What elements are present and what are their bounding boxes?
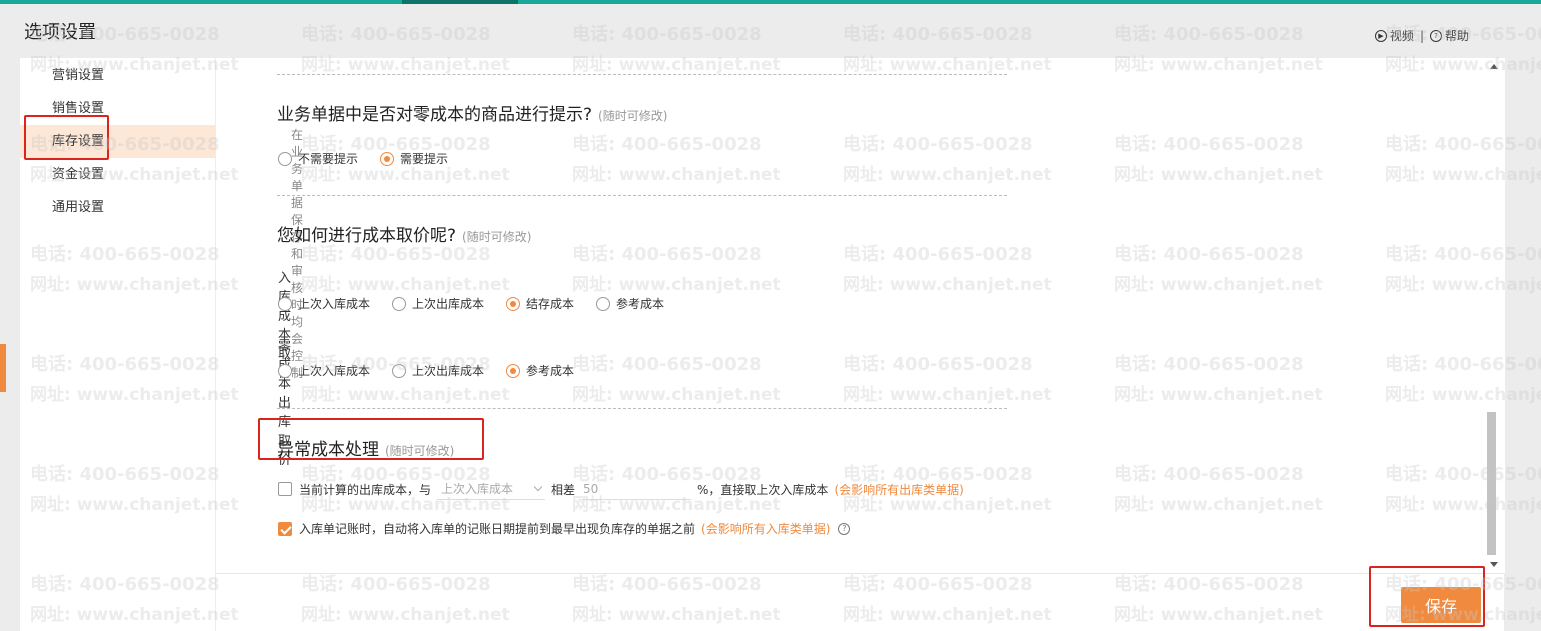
rule1-checkbox[interactable] bbox=[278, 482, 292, 496]
sidebar-item-sales[interactable]: 销售设置 bbox=[20, 92, 216, 125]
rule2-text: 入库单记账时，自动将入库单的记账日期提前到最早出现负库存的单据之前 bbox=[299, 522, 696, 536]
radio-circle-selected[interactable] bbox=[506, 363, 521, 378]
zero-cost-prompt-title: 业务单据中是否对零成本的商品进行提示? (随时可修改) bbox=[277, 100, 667, 125]
cost-pricing-title: 您如何进行成本取价呢? (随时可修改) bbox=[277, 221, 531, 246]
section-divider bbox=[277, 74, 1007, 75]
settings-footer bbox=[216, 573, 1504, 631]
radio-outbound-last-out[interactable]: 上次出库成本 bbox=[392, 362, 484, 379]
radio-label: 参考成本 bbox=[526, 364, 575, 378]
rule1-prefix: 当前计算的出库成本，与 bbox=[299, 482, 432, 497]
radio-label: 参考成本 bbox=[616, 297, 665, 311]
page-title: 选项设置 bbox=[24, 22, 96, 43]
play-icon[interactable]: ▶ bbox=[1374, 29, 1387, 42]
rule2-checkbox[interactable] bbox=[278, 521, 292, 536]
zero-outbound-cost-options: 上次入库成本 上次出库成本 参考成本 bbox=[278, 362, 596, 379]
top-strip-active-segment bbox=[402, 0, 518, 4]
radio-inbound-last-in[interactable]: 上次入库成本 bbox=[278, 295, 370, 312]
save-button[interactable]: 保存 bbox=[1401, 587, 1481, 623]
chevron-down-icon bbox=[533, 482, 543, 491]
inbound-cost-options: 上次入库成本 上次出库成本 结存成本 参考成本 bbox=[278, 295, 686, 312]
radio-label: 需要提示 bbox=[400, 152, 449, 166]
side-float-tab[interactable] bbox=[0, 344, 6, 392]
watermark-phone: 电话: 400-665-0028 bbox=[301, 24, 491, 45]
radio-no-prompt[interactable]: 不需要提示 bbox=[278, 150, 358, 167]
radio-circle[interactable] bbox=[392, 363, 407, 378]
rule1-cost-select[interactable]: 上次入库成本 bbox=[437, 478, 546, 500]
sidebar-item-marketing[interactable]: 营销设置 bbox=[20, 59, 216, 92]
radio-circle[interactable] bbox=[278, 363, 292, 378]
help-icon[interactable]: ? bbox=[838, 522, 851, 535]
scroll-thumb[interactable] bbox=[1487, 412, 1496, 555]
help-icon[interactable]: ? bbox=[1429, 29, 1442, 42]
radio-circle[interactable] bbox=[392, 296, 407, 311]
top-links: ▶ 视频 | ? 帮助 bbox=[1374, 27, 1469, 44]
section-divider bbox=[277, 408, 1007, 409]
top-accent-strip bbox=[0, 0, 1541, 4]
radio-label: 上次出库成本 bbox=[412, 364, 485, 378]
radio-label: 结存成本 bbox=[526, 297, 575, 311]
radio-circle-selected[interactable] bbox=[506, 296, 521, 311]
radio-outbound-reference[interactable]: 参考成本 bbox=[506, 362, 574, 379]
zero-cost-prompt-options: 不需要提示 需要提示 bbox=[278, 150, 470, 167]
radio-label: 上次入库成本 bbox=[298, 364, 371, 378]
settings-sidebar: 营销设置 销售设置 库存设置 资金设置 通用设置 bbox=[20, 58, 216, 631]
scroll-up-arrow-icon[interactable] bbox=[1490, 64, 1498, 69]
settings-panel: 营销设置 销售设置 库存设置 资金设置 通用设置 bbox=[20, 58, 1504, 631]
rule1-threshold-input[interactable] bbox=[581, 478, 692, 500]
help-link[interactable]: 帮助 bbox=[1445, 27, 1469, 44]
radio-inbound-reference[interactable]: 参考成本 bbox=[596, 295, 664, 312]
rule2-warning: (会影响所有入库类单据) bbox=[701, 522, 831, 536]
sidebar-item-inventory[interactable]: 库存设置 bbox=[20, 125, 216, 158]
sidebar-item-general[interactable]: 通用设置 bbox=[20, 191, 216, 224]
abnormal-cost-title: 异常成本处理 (随时可修改) bbox=[277, 435, 454, 460]
watermark-phone: 电话: 400-665-0028 bbox=[843, 24, 1033, 45]
radio-circle[interactable] bbox=[278, 151, 292, 166]
watermark-phone: 电话: 400-665-0028 bbox=[1114, 24, 1304, 45]
radio-need-prompt[interactable]: 需要提示 bbox=[380, 150, 448, 167]
radio-label: 不需要提示 bbox=[298, 152, 359, 166]
link-separator: | bbox=[1419, 28, 1424, 43]
abnormal-cost-title-text: 异常成本处理 bbox=[277, 440, 379, 460]
sidebar-item-funds[interactable]: 资金设置 bbox=[20, 158, 216, 191]
radio-inbound-last-out[interactable]: 上次出库成本 bbox=[392, 295, 484, 312]
abnormal-cost-rule2: 入库单记账时，自动将入库单的记账日期提前到最早出现负库存的单据之前 (会影响所有… bbox=[278, 520, 851, 537]
zero-cost-prompt-note: (随时可修改) bbox=[598, 109, 668, 123]
rule1-warning: (会影响所有出库类单据) bbox=[834, 482, 964, 497]
rule1-middle: 相差 bbox=[551, 482, 576, 497]
scrollbar[interactable] bbox=[1484, 58, 1505, 573]
radio-circle-selected[interactable] bbox=[380, 151, 395, 166]
radio-outbound-last-in[interactable]: 上次入库成本 bbox=[278, 362, 370, 379]
zero-cost-prompt-title-text: 业务单据中是否对零成本的商品进行提示? bbox=[277, 105, 593, 125]
section-divider bbox=[277, 195, 1007, 196]
cost-pricing-title-text: 您如何进行成本取价呢? bbox=[277, 226, 457, 246]
abnormal-cost-note: (随时可修改) bbox=[385, 444, 455, 458]
radio-label: 上次出库成本 bbox=[412, 297, 485, 311]
abnormal-cost-rule1: 当前计算的出库成本，与 上次入库成本 相差 %，直接取上次入库成本 (会影响所有… bbox=[278, 478, 964, 500]
rule1-suffix: %，直接取上次入库成本 bbox=[697, 482, 829, 497]
radio-inbound-balance[interactable]: 结存成本 bbox=[506, 295, 574, 312]
radio-circle[interactable] bbox=[596, 296, 611, 311]
video-link[interactable]: 视频 bbox=[1390, 27, 1414, 44]
cost-pricing-note: (随时可修改) bbox=[462, 230, 532, 244]
radio-circle[interactable] bbox=[278, 296, 292, 311]
watermark-phone: 电话: 400-665-0028 bbox=[572, 24, 762, 45]
scroll-down-arrow-icon[interactable] bbox=[1490, 562, 1498, 567]
radio-label: 上次入库成本 bbox=[298, 297, 371, 311]
rule1-select-value: 上次入库成本 bbox=[441, 482, 514, 496]
